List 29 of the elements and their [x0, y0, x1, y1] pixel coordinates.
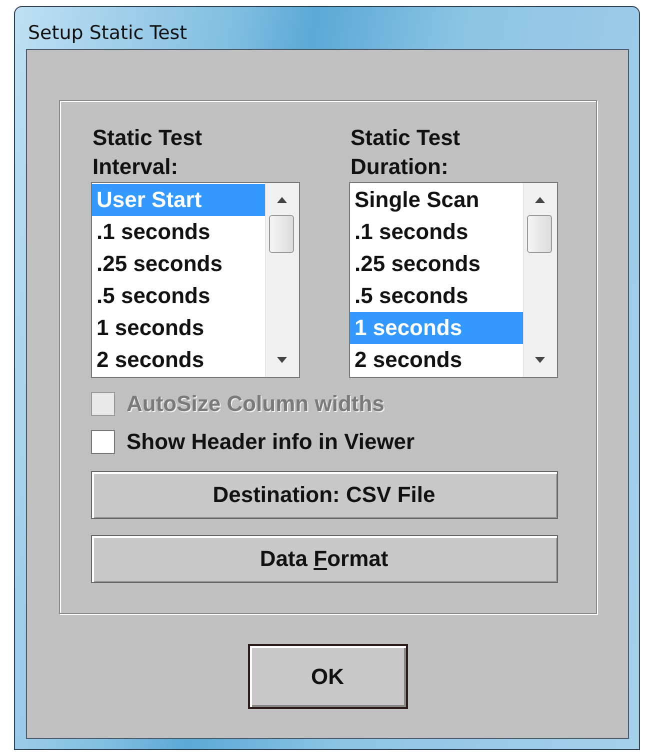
list-item[interactable]: .5 seconds	[350, 280, 522, 312]
list-item[interactable]: Single Scan	[350, 184, 522, 216]
list-label: Static Test Duration:	[350, 124, 462, 181]
scrollbar[interactable]	[264, 183, 298, 377]
action-button[interactable]: Data Format	[90, 535, 558, 583]
list-item[interactable]: .25 seconds	[92, 248, 264, 280]
list-label: Static Test Interval:	[92, 124, 204, 181]
list-box[interactable]: User Start .1 seconds .25 seconds .5 seconds 1 seconds 2 seconds	[90, 182, 300, 378]
scroll-thumb[interactable]	[268, 215, 294, 253]
ok-button[interactable]: OK	[248, 644, 408, 709]
list-item[interactable]: 2 seconds	[350, 344, 522, 376]
checkbox-label: Show Header info in Viewer	[126, 429, 415, 455]
action-button[interactable]: Destination: CSV File	[90, 471, 558, 519]
list-box[interactable]: Single Scan .1 seconds .25 seconds .5 seconds 1 seconds 2 seconds	[348, 182, 558, 378]
checkbox[interactable]	[90, 430, 114, 454]
scroll-up-icon[interactable]	[534, 197, 544, 203]
checkbox-label: AutoSize Column widths	[126, 391, 384, 417]
list-item[interactable]: 1 seconds	[92, 312, 264, 344]
scroll-thumb[interactable]	[526, 215, 552, 253]
scroll-down-icon[interactable]	[534, 357, 544, 363]
scrollbar[interactable]	[522, 183, 556, 377]
scroll-up-icon[interactable]	[276, 197, 286, 203]
list-item[interactable]: .25 seconds	[350, 248, 522, 280]
list-item[interactable]: 2 seconds	[92, 344, 264, 376]
list-item[interactable]: .1 seconds	[350, 216, 522, 248]
list-item[interactable]: .1 seconds	[92, 216, 264, 248]
window-title: Setup Static Test	[27, 21, 188, 46]
scroll-down-icon[interactable]	[276, 357, 286, 363]
list-item[interactable]: .5 seconds	[92, 280, 264, 312]
